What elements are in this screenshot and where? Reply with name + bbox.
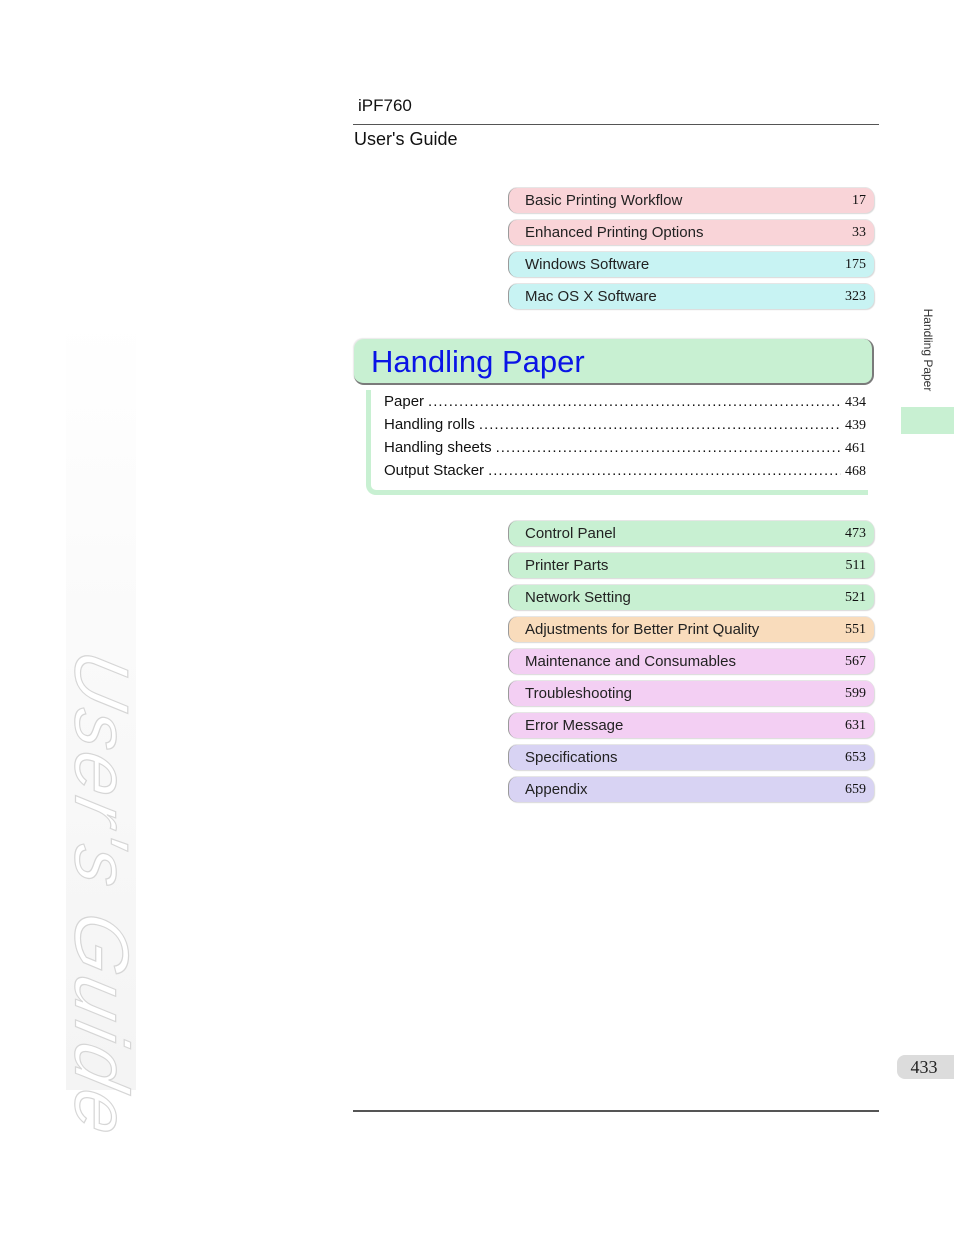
chapter-page: 599 (845, 686, 866, 701)
chapter-link[interactable]: Error Message 631 (508, 713, 874, 738)
chapter-label: Maintenance and Consumables (525, 653, 736, 670)
chapter-link[interactable]: Mac OS X Software 323 (508, 284, 874, 309)
chapter-label: Control Panel (525, 525, 616, 542)
subtopic-link[interactable]: Handling sheets 461 (384, 439, 866, 462)
chapter-page: 551 (845, 622, 866, 637)
chapter-page: 567 (845, 654, 866, 669)
subtopic-page: 468 (845, 464, 866, 479)
chapter-page: 17 (852, 193, 866, 208)
chapter-link[interactable]: Enhanced Printing Options 33 (508, 220, 874, 245)
section-title: Handling Paper (371, 344, 585, 379)
side-section-label: Handling Paper (921, 308, 935, 392)
chapter-page: 175 (845, 257, 866, 272)
subtopic-page: 434 (845, 395, 866, 410)
subtopic-link[interactable]: Output Stacker 468 (384, 462, 866, 485)
chapter-page: 631 (845, 718, 866, 733)
chapter-link[interactable]: Basic Printing Workflow 17 (508, 188, 874, 213)
chapter-page: 473 (845, 526, 866, 541)
chapter-page: 521 (845, 590, 866, 605)
footer-divider (353, 1110, 879, 1112)
header-divider (353, 124, 879, 125)
section-subtopics: Paper 434 Handling rolls 439 Handling sh… (384, 393, 866, 485)
chapter-page: 653 (845, 750, 866, 765)
subtopic-link[interactable]: Paper 434 (384, 393, 866, 416)
leader-dots (428, 393, 841, 410)
chapter-link[interactable]: Printer Parts 511 (508, 553, 874, 578)
chapter-label: Network Setting (525, 589, 631, 606)
chapter-label: Printer Parts (525, 557, 609, 574)
subtopic-page: 461 (845, 441, 866, 456)
subtopic-label: Handling sheets (384, 439, 492, 456)
subtopic-label: Handling rolls (384, 416, 475, 433)
watermark-users-guide: User's Guide (58, 643, 144, 1147)
chapter-label: Troubleshooting (525, 685, 633, 702)
chapter-label: Error Message (525, 717, 624, 734)
chapter-link[interactable]: Adjustments for Better Print Quality 551 (508, 617, 874, 642)
chapter-link[interactable]: Control Panel 473 (508, 521, 874, 546)
chapter-label: Windows Software (525, 256, 650, 273)
printer-model: iPF760 (358, 96, 412, 115)
page-number: 433 (897, 1055, 954, 1079)
chapter-list-before: Basic Printing Workflow 17 Enhanced Prin… (508, 188, 874, 316)
chapter-link[interactable]: Maintenance and Consumables 567 (508, 649, 874, 674)
guide-title: User's Guide (354, 129, 458, 149)
chapter-label: Mac OS X Software (525, 288, 657, 305)
chapter-page: 511 (845, 558, 866, 573)
subtopic-link[interactable]: Handling rolls 439 (384, 416, 866, 439)
chapter-link[interactable]: Appendix 659 (508, 777, 874, 802)
side-section-tab[interactable] (901, 407, 954, 434)
subtopic-label: Paper (384, 393, 425, 410)
leader-dots (479, 416, 841, 433)
chapter-label: Basic Printing Workflow (525, 192, 683, 209)
chapter-page: 659 (845, 782, 866, 797)
subtopic-label: Output Stacker (384, 462, 485, 479)
leader-dots (496, 439, 841, 456)
chapter-link[interactable]: Windows Software 175 (508, 252, 874, 277)
chapter-list-after: Control Panel 473 Printer Parts 511 Netw… (508, 521, 874, 809)
chapter-page: 33 (852, 225, 866, 240)
chapter-link[interactable]: Troubleshooting 599 (508, 681, 874, 706)
chapter-page: 323 (845, 289, 866, 304)
chapter-label: Appendix (525, 781, 588, 798)
chapter-link[interactable]: Specifications 653 (508, 745, 874, 770)
chapter-label: Specifications (525, 749, 618, 766)
chapter-label: Enhanced Printing Options (525, 224, 704, 241)
current-section-header[interactable]: Handling Paper (354, 339, 874, 385)
chapter-link[interactable]: Network Setting 521 (508, 585, 874, 610)
subtopic-page: 439 (845, 418, 866, 433)
leader-dots (488, 462, 841, 479)
chapter-label: Adjustments for Better Print Quality (525, 621, 760, 638)
